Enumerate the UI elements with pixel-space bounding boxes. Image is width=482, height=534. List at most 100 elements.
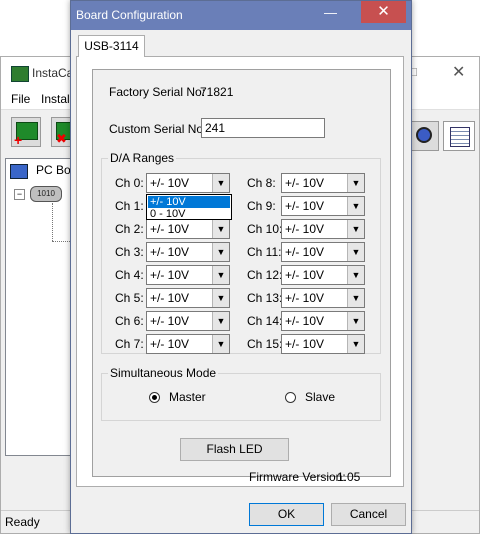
chevron-down-icon[interactable]: ▼	[212, 289, 229, 307]
channel-range-value: +/- 10V	[285, 222, 325, 236]
channel-range-select[interactable]: +/- 10V ▼	[146, 288, 230, 308]
app-icon	[11, 66, 29, 82]
channel-range-select[interactable]: +/- 10V ▼	[146, 173, 230, 193]
plus-icon: +	[14, 132, 23, 148]
dropdown-option[interactable]: 0 - 10V	[148, 208, 230, 220]
flash-led-button[interactable]: Flash LED	[180, 438, 289, 461]
chevron-down-icon[interactable]: ▼	[212, 335, 229, 353]
channel-range-select[interactable]: +/- 10V ▼	[281, 265, 365, 285]
channel-range-value: +/- 10V	[150, 337, 190, 351]
pc-icon	[10, 164, 28, 179]
channel-label: Ch 7:	[115, 337, 144, 351]
chevron-down-icon[interactable]: ▼	[347, 335, 364, 353]
dropdown-option[interactable]: +/- 10V	[148, 196, 230, 208]
factory-serial-label: Factory Serial No:	[109, 85, 206, 99]
board-tree[interactable]: PC Boa − 1010 U	[5, 158, 79, 456]
channel-label: Ch 14:	[247, 314, 283, 328]
board-configuration-dialog: Board Configuration — ✕ USB-3114 Factory…	[70, 0, 412, 534]
channel-label: Ch 3:	[115, 245, 144, 259]
custom-serial-label: Custom Serial No:	[109, 122, 207, 136]
channel-label: Ch 5:	[115, 291, 144, 305]
channel-range-select[interactable]: +/- 10V ▼	[146, 311, 230, 331]
channel-label: Ch 13:	[247, 291, 283, 305]
channel-range-select[interactable]: +/- 10V ▼	[146, 334, 230, 354]
chevron-down-icon[interactable]: ▼	[212, 220, 229, 238]
channel-range-select[interactable]: +/- 10V ▼	[281, 173, 365, 193]
custom-serial-input[interactable]: 241	[201, 118, 325, 138]
channel-range-value: +/- 10V	[150, 245, 190, 259]
master-radio[interactable]	[149, 392, 160, 403]
channel-label: Ch 1:	[115, 199, 144, 213]
channel-range-select[interactable]: +/- 10V ▼	[281, 311, 365, 331]
channel-range-value: +/- 10V	[285, 314, 325, 328]
channel-range-value: +/- 10V	[285, 176, 325, 190]
dialog-title: Board Configuration	[76, 8, 183, 22]
report-toolbar-button[interactable]	[443, 121, 475, 151]
channel-label: Ch 8:	[247, 176, 276, 190]
ok-button[interactable]: OK	[249, 503, 324, 526]
usb-device-icon[interactable]: 1010	[30, 186, 62, 202]
channel-range-select[interactable]: +/- 10V ▼	[281, 242, 365, 262]
channel-label: Ch 6:	[115, 314, 144, 328]
channel-range-select[interactable]: +/- 10V ▼	[281, 196, 365, 216]
collapse-icon[interactable]: −	[14, 189, 25, 200]
simultaneous-mode-label: Simultaneous Mode	[108, 366, 219, 380]
channel-range-value: +/- 10V	[285, 245, 325, 259]
chevron-down-icon[interactable]: ▼	[347, 174, 364, 192]
ch0-dropdown-list[interactable]: +/- 10V 0 - 10V	[146, 194, 232, 220]
chevron-down-icon[interactable]: ▼	[347, 220, 364, 238]
chevron-down-icon[interactable]: ▼	[212, 243, 229, 261]
channel-range-value: +/- 10V	[285, 199, 325, 213]
channel-label: Ch 12:	[247, 268, 283, 282]
channel-range-select[interactable]: +/- 10V ▼	[146, 219, 230, 239]
channel-range-select[interactable]: +/- 10V ▼	[281, 334, 365, 354]
channel-range-select[interactable]: +/- 10V ▼	[146, 242, 230, 262]
minimize-icon[interactable]: —	[324, 5, 337, 20]
cancel-button[interactable]: Cancel	[331, 503, 406, 526]
factory-serial-value: 71821	[200, 85, 234, 99]
radio-dot	[152, 395, 157, 400]
channel-range-value: +/- 10V	[150, 314, 190, 328]
channel-range-select[interactable]: +/- 10V ▼	[281, 219, 365, 239]
chevron-down-icon[interactable]: ▼	[212, 312, 229, 330]
channel-range-value: +/- 10V	[150, 222, 190, 236]
channel-range-value: +/- 10V	[150, 176, 190, 190]
channel-label: Ch 10:	[247, 222, 283, 236]
menu-install[interactable]: Install	[41, 92, 72, 106]
menu-file[interactable]: File	[11, 92, 30, 106]
tree-connector	[52, 203, 53, 241]
settings-toolbar-button[interactable]	[411, 121, 439, 151]
channel-range-value: +/- 10V	[150, 291, 190, 305]
close-icon: ✕	[377, 3, 390, 20]
channel-label: Ch 2:	[115, 222, 144, 236]
chevron-down-icon[interactable]: ▼	[347, 266, 364, 284]
channel-label: Ch 0:	[115, 176, 144, 190]
channel-range-value: +/- 10V	[150, 268, 190, 282]
channel-range-select[interactable]: +/- 10V ▼	[281, 288, 365, 308]
channel-range-value: +/- 10V	[285, 291, 325, 305]
status-text: Ready	[5, 515, 40, 529]
chevron-down-icon[interactable]: ▼	[212, 174, 229, 192]
chevron-down-icon[interactable]: ▼	[347, 312, 364, 330]
tab-usb-3114[interactable]: USB-3114	[78, 35, 145, 57]
da-ranges-label: D/A Ranges	[108, 151, 177, 165]
slave-radio[interactable]	[285, 392, 296, 403]
channel-label: Ch 4:	[115, 268, 144, 282]
close-icon[interactable]: ✕	[452, 62, 465, 82]
channel-label: Ch 9:	[247, 199, 276, 213]
chevron-down-icon[interactable]: ▼	[347, 243, 364, 261]
channel-label: Ch 15:	[247, 337, 283, 351]
master-label[interactable]: Master	[169, 390, 206, 404]
chevron-down-icon[interactable]: ▼	[347, 197, 364, 215]
add-board-button[interactable]: +	[11, 117, 41, 147]
channel-range-value: +/- 10V	[285, 268, 325, 282]
remove-icon: ✖	[56, 131, 67, 146]
firmware-version-label: Firmware Version:	[249, 470, 346, 484]
chevron-down-icon[interactable]: ▼	[347, 289, 364, 307]
chevron-down-icon[interactable]: ▼	[212, 266, 229, 284]
channel-label: Ch 11:	[247, 245, 282, 259]
channel-range-select[interactable]: +/- 10V ▼	[146, 265, 230, 285]
dialog-close-button[interactable]: ✕	[361, 1, 406, 23]
dialog-titlebar: Board Configuration — ✕	[71, 1, 411, 30]
slave-label[interactable]: Slave	[305, 390, 335, 404]
